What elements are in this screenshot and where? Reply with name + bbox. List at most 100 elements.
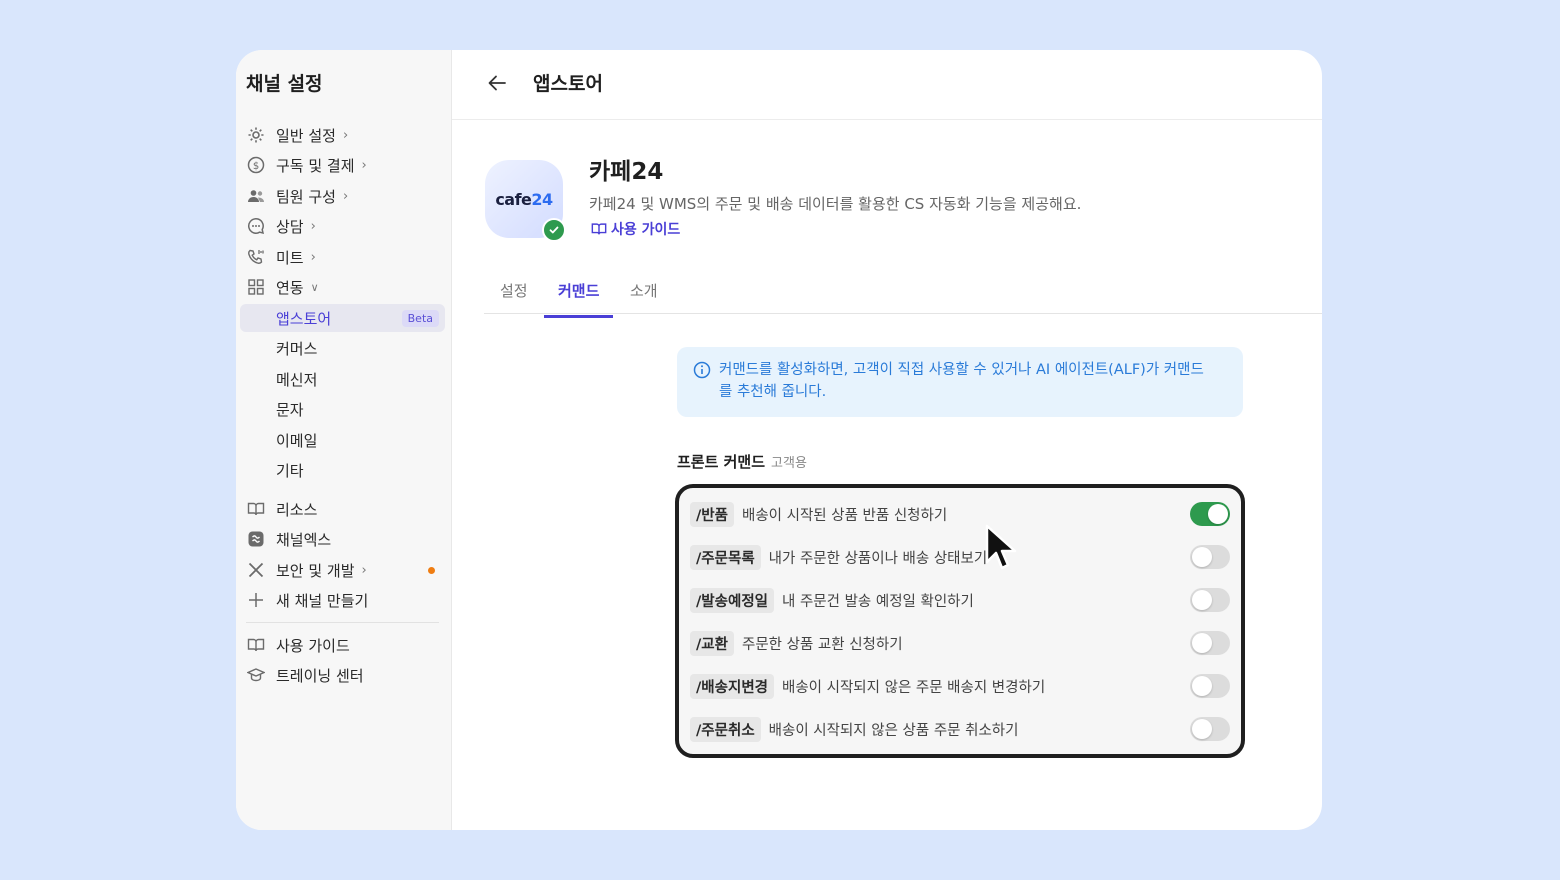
sidebar-item-label: 팀원 구성	[276, 187, 336, 206]
settings-window: 채널 설정 일반 설정 › $ 구독 및 결제 › 팀원 구성 › 상담 › 미…	[236, 50, 1322, 830]
toggle-knob	[1208, 504, 1228, 524]
sidebar-sub-commerce[interactable]: 커머스	[240, 334, 445, 362]
section-title-text: 프론트 커맨드	[677, 453, 766, 471]
back-arrow-icon[interactable]	[486, 72, 508, 94]
sidebar-item-label: 보안 및 개발	[276, 561, 355, 580]
sidebar-item-label: 트레이닝 센터	[276, 666, 364, 685]
sidebar-item-team[interactable]: 팀원 구성 ›	[240, 182, 445, 210]
sidebar-sub-appstore[interactable]: 앱스토어 Beta	[240, 304, 445, 332]
command-toggle[interactable]	[1190, 717, 1230, 741]
toggle-knob	[1192, 590, 1212, 610]
chevron-right-icon: ›	[310, 218, 316, 234]
sidebar-item-label: 상담	[276, 217, 304, 236]
book-icon	[246, 499, 266, 519]
command-description: 배송이 시작되지 않은 주문 배송지 변경하기	[782, 679, 1046, 696]
sidebar-sub-etc[interactable]: 기타	[240, 456, 445, 484]
sidebar-sub-label: 기타	[276, 461, 304, 480]
sidebar-sub-email[interactable]: 이메일	[240, 426, 445, 454]
sidebar-item-channelx[interactable]: 채널엑스	[240, 525, 445, 553]
sidebar-item-resources[interactable]: 리소스	[240, 495, 445, 523]
sidebar-item-security[interactable]: 보안 및 개발 ›	[240, 556, 445, 584]
tab-about[interactable]: 소개	[630, 280, 658, 315]
sidebar-sub-label: 커머스	[276, 339, 318, 358]
command-row: /주문목록 내가 주문한 상품이나 배송 상태보기	[690, 544, 1230, 570]
toggle-knob	[1192, 719, 1212, 739]
book-icon	[591, 223, 607, 235]
info-text: 커맨드를 활성화하면, 고객이 직접 사용할 수 있거나 AI 에이전트(ALF…	[719, 359, 1204, 417]
sidebar-item-label: 채널엑스	[276, 530, 332, 549]
command-description: 배송이 시작되지 않은 상품 주문 취소하기	[768, 722, 1019, 739]
grid-icon	[246, 277, 266, 297]
notification-dot	[428, 566, 435, 574]
info-text-line: 를 추천해 줍니다.	[719, 384, 827, 400]
command-description: 내 주문건 발송 예정일 확인하기	[782, 593, 974, 610]
command-description: 주문한 상품 교환 신청하기	[741, 636, 903, 653]
command-row: /주문취소 배송이 시작되지 않은 상품 주문 취소하기	[690, 716, 1230, 742]
command-toggle[interactable]	[1190, 674, 1230, 698]
sidebar-item-label: 새 채널 만들기	[276, 591, 369, 610]
info-banner: 커맨드를 활성화하면, 고객이 직접 사용할 수 있거나 AI 에이전트(ALF…	[677, 347, 1243, 417]
sidebar-sub-messenger[interactable]: 메신저	[240, 365, 445, 393]
app-name: 카페24	[589, 159, 664, 185]
installed-check-icon	[542, 218, 566, 242]
sidebar-sub-label: 메신저	[276, 370, 318, 389]
command-description: 내가 주문한 상품이나 배송 상태보기	[768, 550, 988, 567]
command-toggle[interactable]	[1190, 631, 1230, 655]
command-tag: /주문취소	[690, 716, 761, 742]
command-tag: /반품	[690, 501, 734, 527]
user-guide-label: 사용 가이드	[611, 222, 681, 238]
command-toggle[interactable]	[1190, 502, 1230, 526]
beta-badge: Beta	[401, 309, 439, 327]
tab-settings[interactable]: 설정	[500, 280, 528, 315]
command-toggle[interactable]	[1190, 545, 1230, 569]
chevron-right-icon: ›	[310, 249, 316, 265]
plus-icon	[246, 590, 266, 610]
mouse-cursor-icon	[985, 524, 1017, 570]
gear-icon	[246, 125, 266, 145]
section-title: 프론트 커맨드 고객용	[677, 451, 807, 472]
chevron-right-icon: ›	[361, 157, 367, 173]
logo-text: cafe	[495, 189, 532, 209]
chevron-right-icon: ›	[342, 127, 349, 143]
section-subtitle: 고객용	[771, 456, 807, 471]
sidebar-item-billing[interactable]: $ 구독 및 결제 ›	[240, 151, 445, 179]
command-row: /반품 배송이 시작된 상품 반품 신청하기	[690, 501, 1230, 527]
sidebar-item-label: 일반 설정	[276, 126, 336, 145]
people-icon	[246, 186, 266, 206]
sidebar-sub-label: 문자	[276, 400, 304, 419]
sidebar-item-integration[interactable]: 연동 ∨	[240, 273, 445, 301]
command-toggle[interactable]	[1190, 588, 1230, 612]
sidebar-item-general[interactable]: 일반 설정 ›	[240, 121, 445, 149]
tab-commands[interactable]: 커맨드	[544, 280, 614, 318]
toggle-knob	[1192, 547, 1212, 567]
toggle-knob	[1192, 676, 1212, 696]
graduation-cap-icon	[246, 665, 266, 685]
chevron-right-icon: ›	[361, 562, 367, 578]
info-text-line: 커맨드를 활성화하면, 고객이 직접 사용할 수 있거나 AI 에이전트(ALF…	[719, 362, 1204, 378]
sidebar-item-label: 구독 및 결제	[276, 156, 355, 175]
sidebar-title: 채널 설정	[246, 73, 323, 95]
logo-number: 24	[531, 189, 553, 209]
dollar-icon: $	[246, 155, 266, 175]
sidebar-sub-sms[interactable]: 문자	[240, 395, 445, 423]
sidebar-item-user-guide[interactable]: 사용 가이드	[240, 631, 445, 659]
sidebar-item-label: 리소스	[276, 500, 318, 519]
sidebar-item-label: 연동	[276, 278, 304, 297]
command-description: 배송이 시작된 상품 반품 신청하기	[741, 507, 948, 524]
sidebar-item-label: 미트	[276, 248, 304, 267]
sidebar-item-new-channel[interactable]: 새 채널 만들기	[240, 586, 445, 614]
sidebar-item-meet[interactable]: 미트 ›	[240, 243, 445, 271]
sidebar-sub-label: 앱스토어	[276, 309, 332, 328]
main-panel: 앱스토어 cafe 24 카페24 카페24 및 WMS의 주문 및 배송 데이터…	[452, 50, 1322, 830]
sidebar-item-training[interactable]: 트레이닝 센터	[240, 661, 445, 689]
app-description: 카페24 및 WMS의 주문 및 배송 데이터를 활용한 CS 자동화 기능을 …	[589, 195, 1082, 213]
chat-icon	[246, 216, 266, 236]
header-bar: 앱스토어	[452, 50, 1322, 120]
user-guide-link[interactable]: 사용 가이드	[591, 219, 680, 239]
phone-icon	[246, 247, 266, 267]
sidebar-item-chat[interactable]: 상담 ›	[240, 212, 445, 240]
channelx-icon	[246, 529, 266, 549]
book-icon	[246, 635, 266, 655]
sidebar-item-label: 사용 가이드	[276, 636, 350, 655]
page-title: 앱스토어	[533, 73, 603, 95]
